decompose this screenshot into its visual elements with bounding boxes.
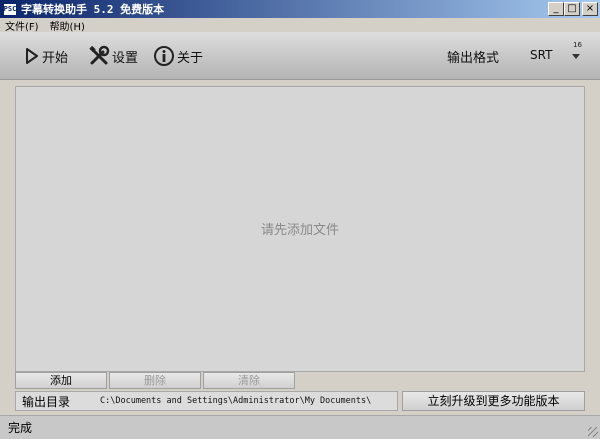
upgrade-button[interactable]: 立刻升级到更多功能版本 bbox=[402, 391, 585, 411]
start-button-label: 开始 bbox=[42, 50, 69, 66]
output-directory-path: C:\Documents and Settings\Administrator\… bbox=[100, 396, 372, 406]
clear-button[interactable]: 清除 bbox=[203, 372, 295, 389]
info-icon bbox=[153, 45, 175, 67]
window-title: 字幕转换助手 5.2 免费版本 bbox=[21, 3, 165, 16]
status-text: 完成 bbox=[8, 421, 33, 435]
window-controls: _ □ × bbox=[548, 2, 598, 16]
output-format-label: 输出格式 bbox=[447, 51, 500, 66]
file-list[interactable]: 请先添加文件 bbox=[15, 86, 585, 372]
output-format-select[interactable]: SRT bbox=[530, 48, 552, 62]
resize-grip-icon[interactable] bbox=[588, 427, 598, 437]
delete-button[interactable]: 删除 bbox=[109, 372, 201, 389]
start-button[interactable]: 开始 bbox=[24, 44, 68, 68]
output-directory-field[interactable]: 输出目录 C:\Documents and Settings\Administr… bbox=[15, 391, 398, 411]
about-button-label: 关于 bbox=[177, 50, 204, 66]
toolbar: 开始 设置 关于 输出格式 SRT 16 bbox=[0, 32, 600, 80]
play-icon bbox=[24, 47, 40, 65]
format-number: 16 bbox=[573, 41, 582, 49]
minimize-button[interactable]: _ bbox=[548, 2, 564, 16]
about-button[interactable]: 关于 bbox=[153, 44, 203, 68]
file-list-placeholder: 请先添加文件 bbox=[260, 223, 339, 238]
title-bar: PSC 字幕转换助手 5.2 免费版本 _ □ × bbox=[0, 0, 600, 18]
settings-button[interactable]: 设置 bbox=[88, 44, 138, 68]
add-button[interactable]: 添加 bbox=[15, 372, 107, 389]
tools-icon bbox=[88, 45, 110, 67]
settings-button-label: 设置 bbox=[112, 50, 139, 66]
status-bar: 完成 bbox=[0, 415, 600, 439]
dropdown-arrow-icon[interactable] bbox=[572, 54, 580, 59]
menu-item-help[interactable]: 帮助(H) bbox=[45, 18, 91, 33]
maximize-button[interactable]: □ bbox=[564, 2, 580, 16]
menu-bar: 文件(F) 帮助(H) bbox=[0, 18, 600, 33]
output-directory-label: 输出目录 bbox=[22, 394, 71, 409]
app-icon: PSC bbox=[3, 2, 17, 16]
menu-item-file[interactable]: 文件(F) bbox=[0, 18, 45, 33]
close-button[interactable]: × bbox=[582, 2, 598, 16]
